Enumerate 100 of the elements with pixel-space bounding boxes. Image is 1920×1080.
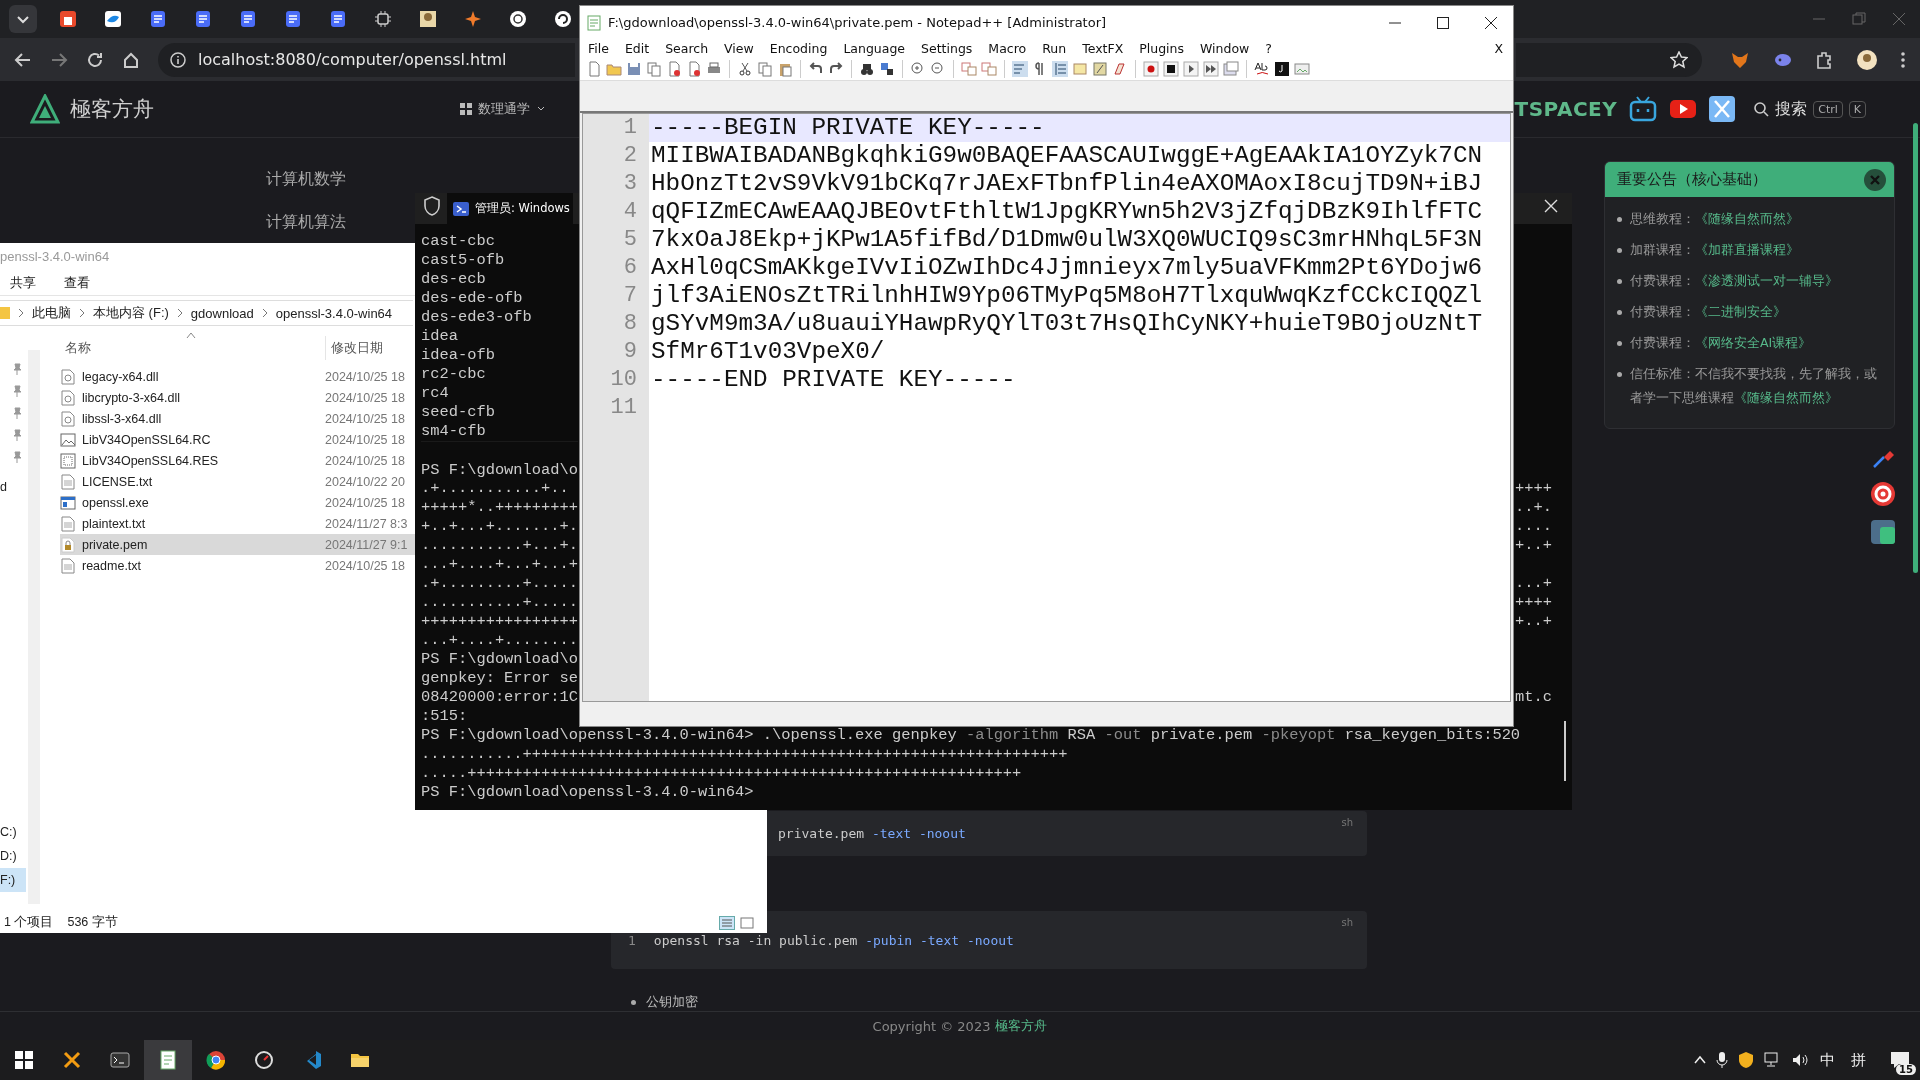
breadcrumb-item[interactable]: openssl-3.4.0-win64 bbox=[275, 305, 393, 321]
scrollbar-thumb[interactable] bbox=[1913, 123, 1918, 574]
scissors-icon[interactable] bbox=[737, 61, 753, 77]
file-row[interactable]: readme.txt 2024/10/25 18 bbox=[60, 555, 415, 576]
bird-icon[interactable] bbox=[102, 9, 123, 30]
pin-icon[interactable] bbox=[12, 451, 22, 463]
page-icon[interactable] bbox=[57, 9, 78, 30]
nav-menu[interactable]: 数理通学 bbox=[454, 99, 552, 120]
nav-item[interactable]: C:) bbox=[0, 820, 26, 844]
search-button[interactable]: 搜索 Ctrl K bbox=[1747, 97, 1872, 121]
file-row[interactable]: plaintext.txt 2024/11/27 8:3 bbox=[60, 513, 415, 534]
breadcrumb-item[interactable]: gdownload bbox=[190, 305, 254, 321]
windows-icon[interactable] bbox=[14, 1050, 34, 1070]
info-icon[interactable] bbox=[170, 51, 186, 68]
copy-icon[interactable] bbox=[757, 61, 773, 77]
tab-list-button[interactable] bbox=[8, 5, 37, 34]
browser-icon[interactable] bbox=[206, 1050, 226, 1070]
avatar-icon[interactable] bbox=[1856, 48, 1878, 71]
menu-item[interactable]: Encoding bbox=[761, 41, 836, 56]
fast-forward-icon[interactable] bbox=[1203, 61, 1219, 77]
menu-item[interactable]: Settings bbox=[913, 41, 981, 56]
menu-item[interactable]: Macro bbox=[980, 41, 1035, 56]
chevron-up-icon[interactable] bbox=[1694, 1055, 1706, 1065]
play-icon[interactable] bbox=[1669, 98, 1698, 121]
breadcrumb-item[interactable]: 此电脑 bbox=[32, 304, 71, 322]
menu-item[interactable]: ? bbox=[1257, 41, 1280, 56]
nav-item[interactable]: F:) bbox=[0, 868, 26, 892]
back-icon[interactable] bbox=[14, 50, 32, 69]
notepad-icon[interactable] bbox=[158, 1050, 178, 1070]
bookmark-star-icon[interactable] bbox=[1670, 50, 1688, 69]
menu-item[interactable]: Run bbox=[1034, 41, 1075, 56]
brush-icon[interactable] bbox=[1872, 449, 1896, 470]
play-icon[interactable] bbox=[1183, 61, 1199, 77]
pin-icon[interactable] bbox=[12, 385, 22, 397]
column-header[interactable]: 名称 bbox=[65, 340, 91, 355]
speaker-icon[interactable] bbox=[1792, 1052, 1810, 1068]
copy-icon[interactable] bbox=[646, 61, 662, 77]
file-row[interactable]: private.pem 2024/11/27 9:1 bbox=[60, 534, 415, 555]
menu-item[interactable]: Search bbox=[657, 41, 717, 56]
cross-icon[interactable] bbox=[62, 1050, 82, 1070]
nav-item[interactable]: D:) bbox=[0, 844, 26, 868]
spellcheck-icon[interactable] bbox=[1254, 61, 1270, 77]
input-mode[interactable]: 拼 bbox=[1851, 1050, 1866, 1070]
column-header[interactable]: 修改日期 bbox=[325, 336, 383, 360]
file-row[interactable]: openssl.exe 2024/10/25 18 bbox=[60, 492, 415, 513]
gauge-icon[interactable] bbox=[254, 1050, 274, 1070]
x-logo-icon[interactable] bbox=[1709, 96, 1736, 123]
panel-icon[interactable] bbox=[1870, 519, 1896, 546]
footer-link[interactable]: 極客方舟 bbox=[995, 1017, 1048, 1036]
tv-icon[interactable] bbox=[1629, 96, 1658, 123]
maximize-icon[interactable] bbox=[1437, 16, 1449, 29]
record-icon[interactable] bbox=[1143, 61, 1159, 77]
circle-icon[interactable] bbox=[507, 9, 528, 30]
address-bar[interactable]: 此电脑 本地内容 (F:) gdownload openssl-3.4.0-win64 bbox=[0, 300, 413, 326]
terminal-tab[interactable]: 管理员: Windows bbox=[447, 193, 573, 224]
zoom-in-icon[interactable] bbox=[910, 61, 926, 77]
file-row[interactable]: legacy-x64.dll 2024/10/25 18 bbox=[60, 366, 415, 387]
puzzle-icon[interactable] bbox=[1814, 49, 1834, 70]
pin-icon[interactable] bbox=[12, 429, 22, 441]
side-link[interactable]: 计算机数学 bbox=[265, 169, 346, 191]
home-icon[interactable] bbox=[122, 50, 140, 69]
file-row[interactable]: libcrypto-3-x64.dll 2024/10/25 18 bbox=[60, 387, 415, 408]
chip-icon[interactable] bbox=[372, 9, 393, 30]
side-link[interactable]: 计算机算法 bbox=[265, 212, 346, 234]
terminal-icon[interactable] bbox=[1274, 61, 1290, 77]
close-document-button[interactable]: X bbox=[1486, 41, 1513, 56]
target-icon[interactable] bbox=[1870, 481, 1896, 508]
file-row[interactable]: LICENSE.txt 2024/10/22 20 bbox=[60, 471, 415, 492]
reload-icon[interactable] bbox=[86, 50, 104, 69]
course-link[interactable]: 《渗透测试一对一辅导》 bbox=[1695, 273, 1838, 289]
microphone-icon[interactable] bbox=[1716, 1051, 1728, 1069]
forward-icon[interactable] bbox=[50, 50, 68, 69]
ribbon-tab[interactable]: 查看 bbox=[64, 273, 90, 292]
stop-icon[interactable] bbox=[1163, 61, 1179, 77]
pin-icon[interactable] bbox=[12, 407, 22, 419]
menu-item[interactable]: TextFX bbox=[1074, 41, 1132, 56]
nav-item[interactable]: d bbox=[0, 475, 26, 499]
logo-icon[interactable] bbox=[30, 94, 60, 125]
swirl-icon[interactable] bbox=[552, 9, 573, 30]
more-icon[interactable] bbox=[1900, 50, 1906, 69]
tiles-view-icon[interactable] bbox=[739, 915, 755, 930]
binoculars-icon[interactable] bbox=[859, 61, 875, 77]
zoom-out-icon[interactable] bbox=[930, 61, 946, 77]
close-icon[interactable] bbox=[1485, 16, 1497, 29]
course-link[interactable]: 《加群直播课程》 bbox=[1695, 242, 1799, 258]
course-link[interactable]: 《随缘自然而然》 bbox=[1734, 390, 1838, 406]
course-link[interactable]: 《网络安全AI课程》 bbox=[1695, 335, 1812, 351]
details-view-icon[interactable] bbox=[719, 915, 735, 930]
course-link[interactable]: 《随缘自然而然》 bbox=[1695, 211, 1799, 227]
breadcrumb-item[interactable]: 本地内容 (F:) bbox=[93, 304, 169, 322]
pin-icon[interactable] bbox=[12, 363, 22, 375]
close-button[interactable] bbox=[1864, 168, 1886, 191]
shield-icon[interactable] bbox=[423, 196, 441, 216]
site-logo[interactable]: 極客方舟 bbox=[70, 95, 154, 124]
menu-item[interactable]: Edit bbox=[616, 41, 658, 56]
address-bar[interactable]: localhost:8080/computer/openssl.html bbox=[158, 42, 575, 77]
menu-item[interactable]: Language bbox=[835, 41, 914, 56]
file-row[interactable]: LibV34OpenSSL64.RES 2024/10/25 18 bbox=[60, 450, 415, 471]
ribbon-tab[interactable]: 共享 bbox=[10, 273, 36, 292]
file-row[interactable]: LibV34OpenSSL64.RC 2024/10/25 18 bbox=[60, 429, 415, 450]
